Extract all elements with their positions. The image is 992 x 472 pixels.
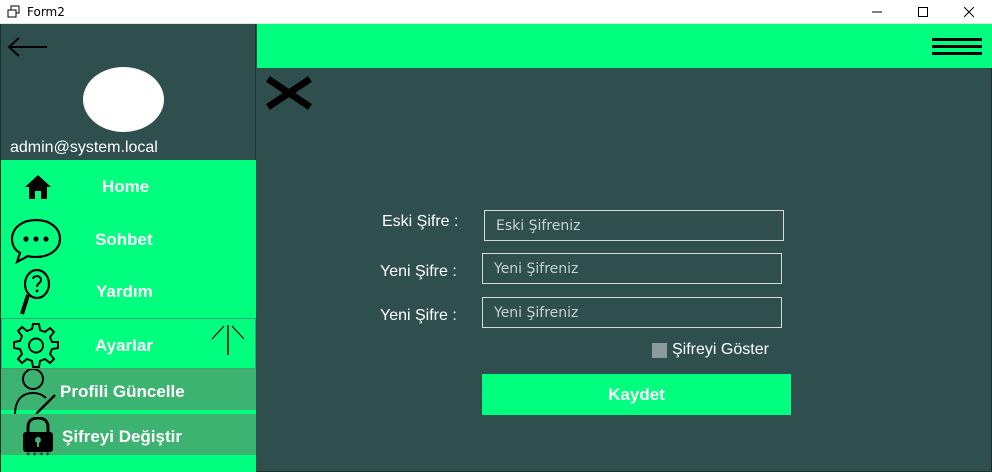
user-email: admin@system.local	[10, 139, 158, 156]
submenu-item-profile[interactable]: Profili Güncelle	[1, 368, 256, 417]
app-icon	[4, 2, 24, 22]
main-window: admin@system.local Home Sohbet Yardım Ay…	[0, 24, 992, 472]
submenu-item-password[interactable]: * * * * Şifreyi Değiştir	[1, 414, 256, 460]
user-edit-icon	[11, 368, 61, 417]
show-password-label: Şifreyi Göster	[672, 341, 769, 358]
sidebar-item-help[interactable]: Yardım	[1, 266, 256, 318]
back-arrow-icon[interactable]	[7, 36, 49, 58]
sidebar-item-home[interactable]: Home	[1, 160, 256, 214]
new-password-label: Yeni Şifre :	[380, 263, 457, 280]
sidebar-item-label: Sohbet	[95, 230, 153, 249]
lock-icon: * * * *	[19, 416, 57, 460]
title-bar: Form2	[0, 0, 992, 24]
sidebar-item-label: Yardım	[96, 282, 153, 301]
collapse-icon[interactable]	[210, 323, 246, 357]
window-title: Form2	[27, 4, 65, 19]
old-password-label: Eski Şifre :	[382, 213, 459, 230]
checkbox-box[interactable]	[652, 342, 667, 358]
sidebar-item-chat[interactable]: Sohbet	[1, 214, 256, 266]
confirm-password-label: Yeni Şifre :	[380, 307, 457, 324]
submenu-item-label: Şifreyi Değiştir	[62, 427, 182, 446]
close-window-icon[interactable]	[946, 0, 992, 24]
gear-icon	[12, 321, 60, 369]
sidebar-menu: Home Sohbet Yardım Ayarlar Profili Günce…	[1, 160, 256, 472]
top-bar	[257, 24, 992, 68]
old-password-input[interactable]	[484, 210, 784, 241]
confirm-password-input[interactable]	[482, 297, 782, 328]
sidebar: admin@system.local Home Sohbet Yardım Ay…	[1, 24, 256, 472]
minimize-icon[interactable]	[854, 0, 900, 24]
sidebar-item-label: Home	[102, 177, 150, 196]
home-icon	[23, 172, 53, 202]
sidebar-item-label: Ayarlar	[95, 336, 153, 355]
new-password-input[interactable]	[482, 253, 782, 284]
sidebar-item-settings[interactable]: Ayarlar	[1, 318, 256, 369]
submenu-item-label: Profili Güncelle	[60, 382, 185, 401]
help-icon	[19, 268, 51, 318]
maximize-icon[interactable]	[900, 0, 946, 24]
show-password-checkbox[interactable]: Şifreyi Göster	[652, 341, 769, 359]
hamburger-icon[interactable]	[932, 38, 982, 56]
svg-text:* * * *: * * * *	[26, 451, 50, 459]
save-button[interactable]: Kaydet	[482, 374, 791, 415]
close-icon[interactable]	[264, 76, 314, 110]
chat-icon	[9, 217, 63, 265]
avatar	[83, 67, 164, 132]
